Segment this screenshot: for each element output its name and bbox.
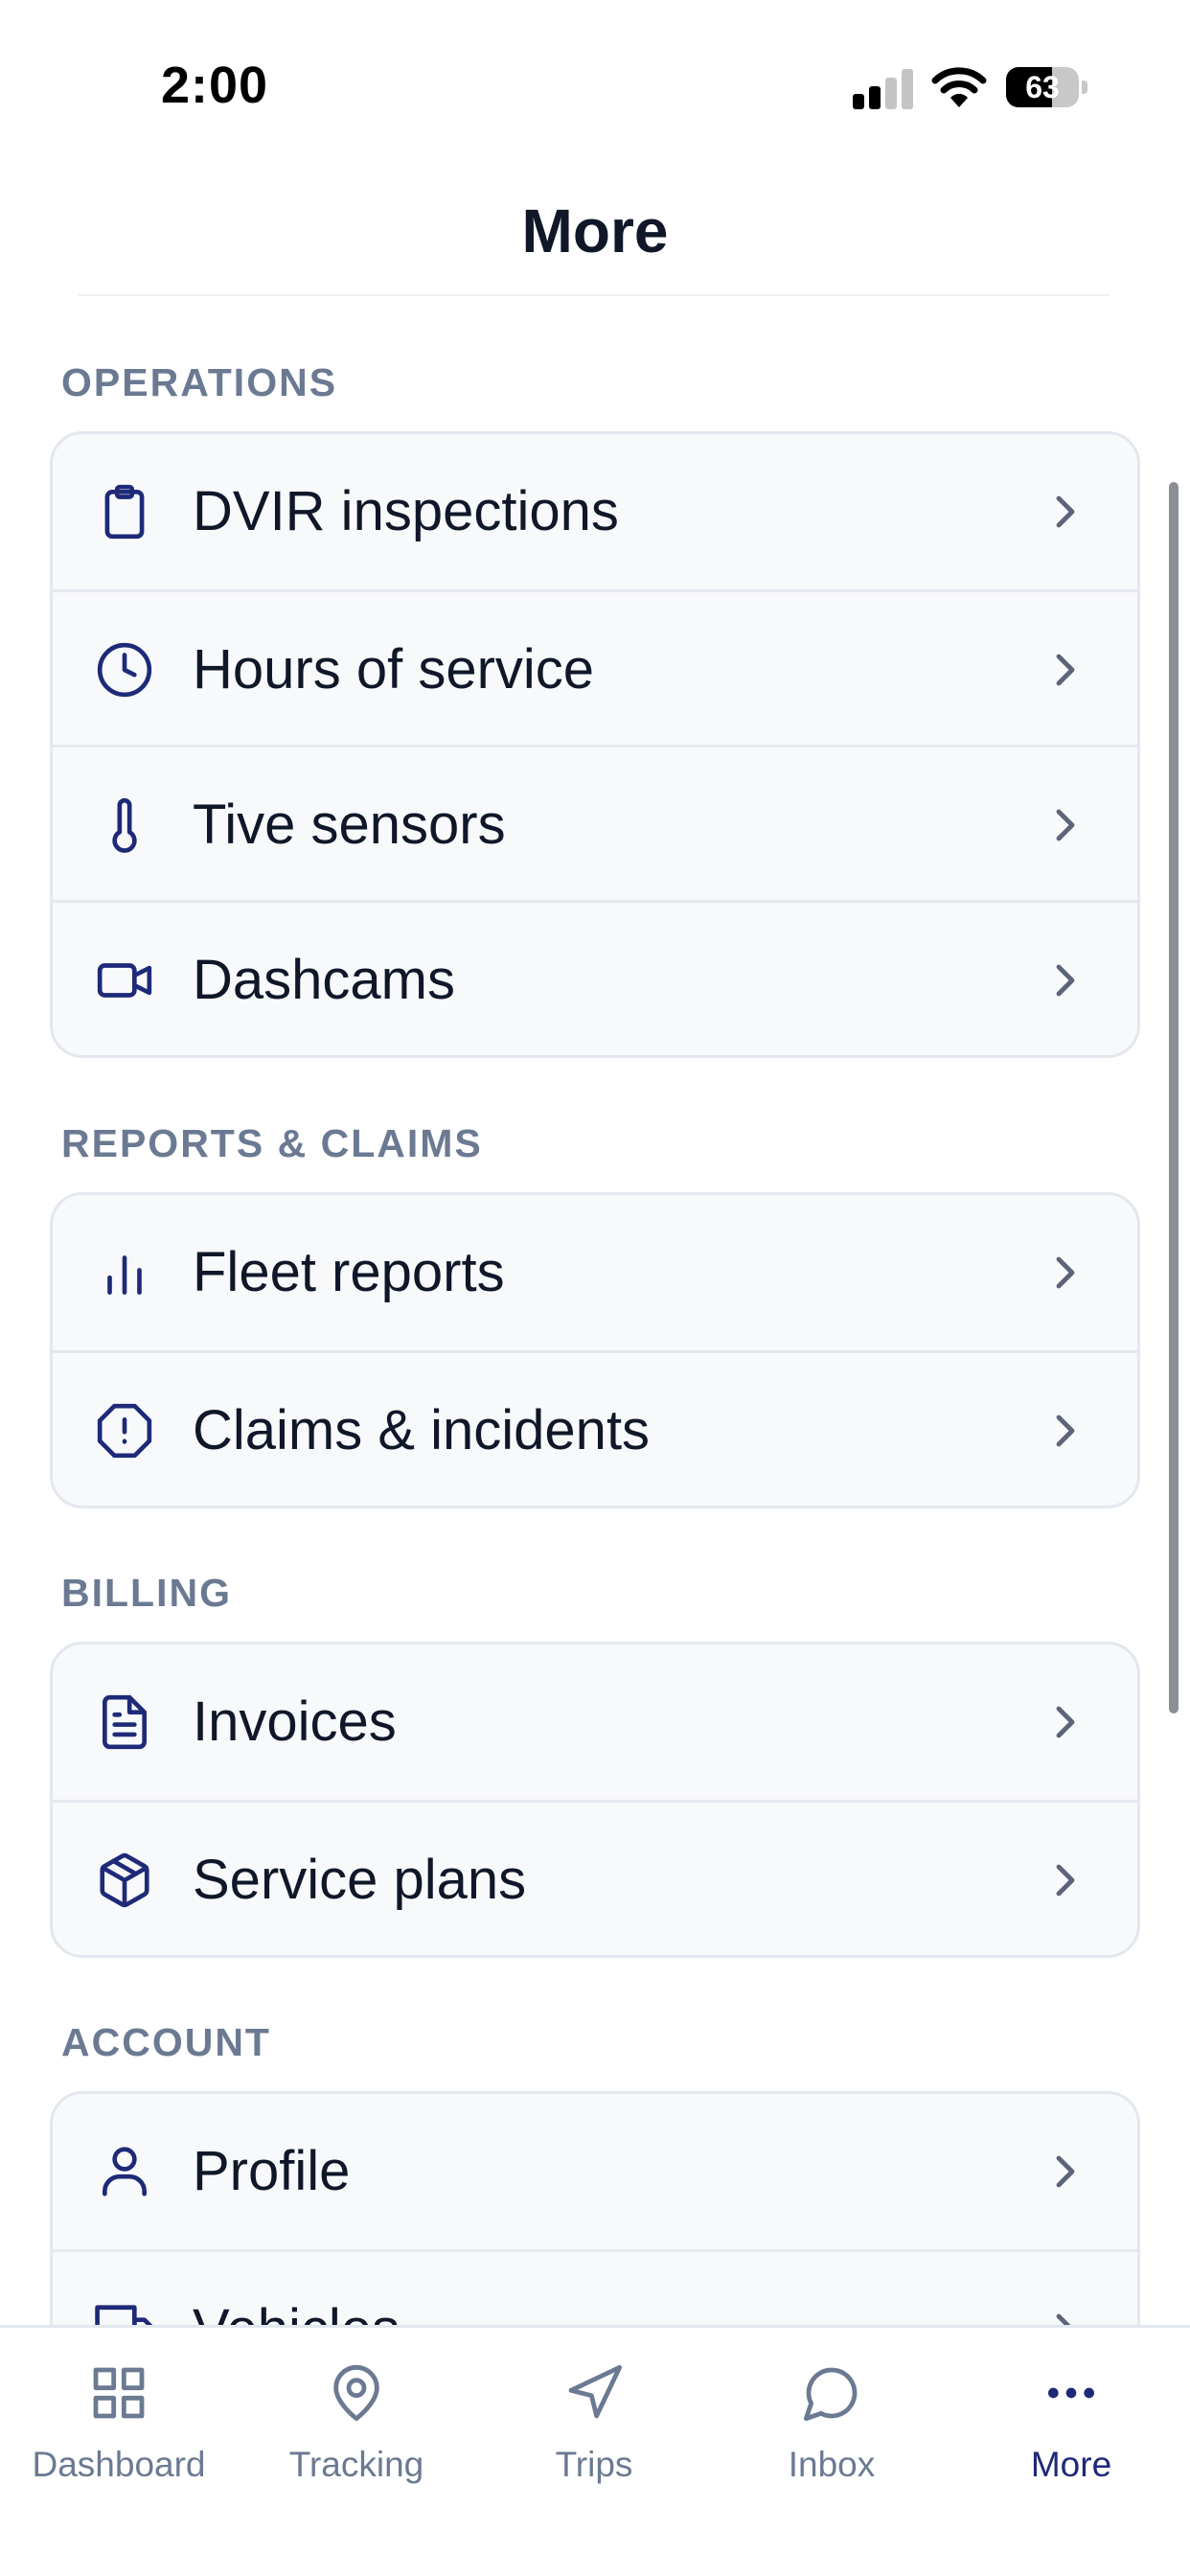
chevron-right-icon [1045, 1410, 1084, 1452]
section-label-account: ACCOUNT [61, 2020, 271, 2064]
menu-item-label: Invoices [193, 1690, 397, 1753]
menu-item-label: Hours of service [193, 638, 595, 701]
menu-item-label: Fleet reports [193, 1241, 505, 1303]
chevron-right-icon [1045, 491, 1084, 533]
menu-item-label: Dashcams [193, 949, 455, 1011]
status-bar: 2:00 63 [0, 0, 1190, 144]
tab-label: Inbox [788, 2445, 876, 2484]
signal-bar [885, 78, 897, 109]
battery-cap [1082, 80, 1087, 94]
menu-item-fleet-reports[interactable]: Fleet reports [53, 1195, 1137, 1350]
menu-item-label: Profile [193, 2140, 351, 2202]
section-label-reports-claims: REPORTS & CLAIMS [61, 1121, 483, 1165]
cellular-signal-icon [853, 67, 914, 109]
alert-octagon-icon [95, 1401, 154, 1460]
package-icon [95, 1851, 154, 1910]
billing-card: Invoices Service plans [50, 1642, 1140, 1958]
battery-percent: 63 [1025, 70, 1060, 104]
chevron-right-icon [1045, 1859, 1084, 1901]
menu-list[interactable]: OPERATIONS DVIR inspections Hours of ser… [0, 299, 1190, 2325]
section-label-operations: OPERATIONS [61, 360, 338, 404]
menu-item-service-plans[interactable]: Service plans [53, 1800, 1137, 1955]
clipboard-icon [95, 482, 154, 541]
chevron-right-icon [1045, 1701, 1084, 1743]
signal-bar [869, 86, 881, 109]
chevron-right-icon [1045, 1252, 1084, 1294]
truck-icon [95, 2300, 154, 2325]
chevron-right-icon [1045, 959, 1084, 1001]
page-header: More [0, 144, 1190, 297]
battery-body: 63 [1006, 67, 1079, 107]
more-screen: 2:00 63 More OPERATIONS DVIR inspections… [0, 0, 1190, 2576]
menu-item-vehicles[interactable]: Vehicles [53, 2249, 1137, 2325]
menu-item-dashcams[interactable]: Dashcams [53, 900, 1137, 1055]
tab-trips[interactable]: Trips [475, 2328, 713, 2519]
tab-label: More [1030, 2445, 1112, 2484]
menu-item-label: Service plans [193, 1849, 527, 1911]
menu-item-label: DVIR inspections [193, 480, 619, 542]
tab-label: Trips [555, 2445, 633, 2484]
signal-bar [902, 69, 913, 109]
chevron-right-icon [1045, 2150, 1084, 2193]
menu-item-invoices[interactable]: Invoices [53, 1644, 1137, 1800]
chevron-right-icon [1045, 649, 1084, 691]
reports-claims-card: Fleet reports Claims & incidents [50, 1192, 1140, 1508]
chat-bubble-icon [801, 2362, 862, 2424]
signal-bar [853, 94, 864, 109]
tab-inbox[interactable]: Inbox [713, 2328, 950, 2519]
tab-more[interactable]: More [952, 2328, 1190, 2519]
account-card: Profile Vehicles [50, 2091, 1140, 2325]
menu-item-hours-of-service[interactable]: Hours of service [53, 589, 1137, 745]
user-icon [95, 2142, 154, 2201]
thermometer-icon [95, 795, 154, 855]
menu-item-label: Tive sensors [193, 794, 506, 856]
status-time: 2:00 [161, 57, 269, 114]
header-divider [79, 294, 1110, 296]
chevron-right-icon [1045, 2309, 1084, 2325]
page-title: More [521, 196, 669, 265]
section-label-billing: BILLING [61, 1571, 232, 1615]
menu-item-profile[interactable]: Profile [53, 2094, 1137, 2249]
menu-item-claims-incidents[interactable]: Claims & incidents [53, 1350, 1137, 1506]
operations-card: DVIR inspections Hours of service Tive s… [50, 431, 1140, 1058]
document-icon [95, 1692, 154, 1752]
clock-icon [95, 640, 154, 700]
tab-bar: Dashboard Tracking Trips Inbox More [0, 2325, 1190, 2576]
menu-item-tive-sensors[interactable]: Tive sensors [53, 745, 1137, 900]
more-dots-icon [1041, 2362, 1102, 2424]
tab-dashboard[interactable]: Dashboard [0, 2328, 238, 2519]
bar-chart-icon [95, 1243, 154, 1302]
menu-item-label: Vehicles [193, 2300, 400, 2326]
scrollbar[interactable] [1169, 482, 1179, 1714]
grid-icon [88, 2362, 149, 2424]
wifi-icon [931, 65, 987, 109]
map-pin-icon [326, 2362, 387, 2424]
video-camera-icon [95, 951, 154, 1010]
menu-item-label: Claims & incidents [193, 1399, 651, 1461]
tab-label: Tracking [288, 2445, 424, 2484]
menu-item-dvir-inspections[interactable]: DVIR inspections [53, 434, 1137, 589]
tab-tracking[interactable]: Tracking [238, 2328, 475, 2519]
tab-label: Dashboard [32, 2445, 206, 2484]
battery-icon: 63 [1006, 67, 1088, 107]
chevron-right-icon [1045, 804, 1084, 846]
navigation-icon [563, 2362, 625, 2424]
